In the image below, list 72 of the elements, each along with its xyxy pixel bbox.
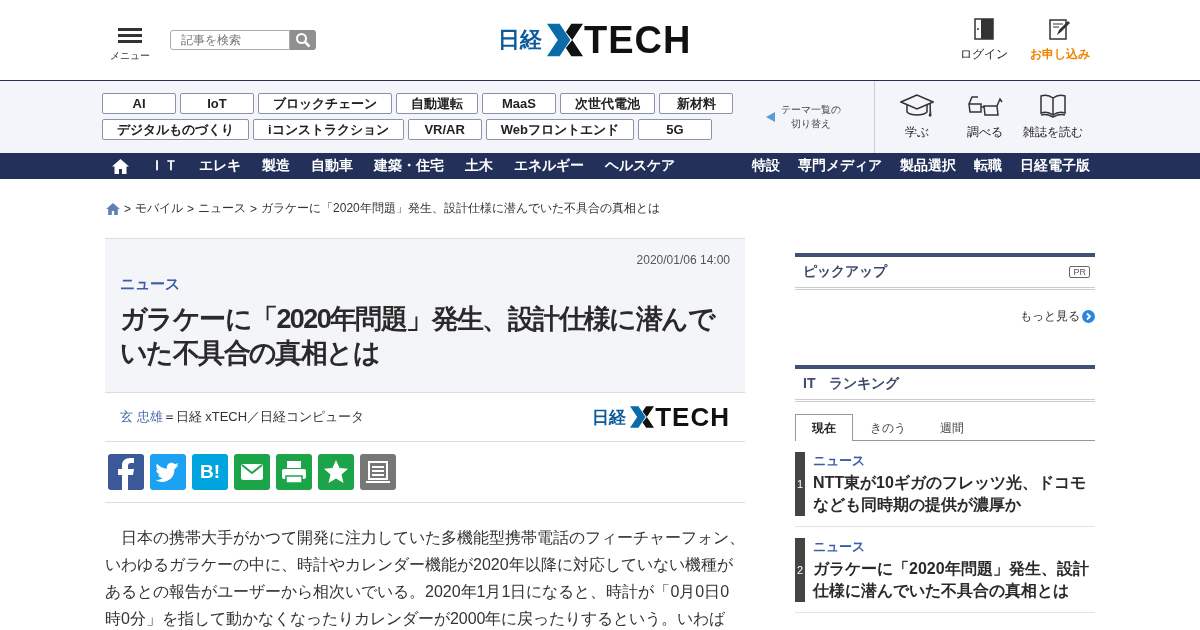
theme-tag[interactable]: IoT (180, 93, 254, 114)
facebook-share-icon[interactable] (108, 454, 144, 490)
ranking-tab[interactable]: 現在 (795, 414, 853, 441)
nav-link[interactable]: 建築・住宅 (374, 157, 444, 175)
article-paragraph: 日本の携帯大手がかつて開発に注力していた多機能型携帯電話のフィーチャーフォン、いわゆるガラケーの中に、時計やカレンダー機能が2020年以降に対応していない機種があるとの報告がユーザーから相次いでいる。2020年1月1日になると、時計が「0月0日0時0分」を指して動かなくなったりカレンダーが2000年に戻ったりするという。いわば (105, 528, 745, 629)
nav-link[interactable]: 製品選択 (900, 157, 956, 175)
nav-link[interactable]: 日経電子版 (1020, 157, 1090, 175)
ranking-title[interactable]: NTT東が10ギガのフレッツ光、ドコモなども同時期の提供が濃厚か (813, 472, 1095, 516)
pr-label: PR (1069, 266, 1090, 278)
printer-icon[interactable] (276, 454, 312, 490)
nav-link[interactable]: 転職 (974, 157, 1002, 175)
breadcrumb-link[interactable]: ニュース (198, 200, 247, 217)
theme-tag[interactable]: VR/AR (407, 119, 482, 140)
byline: 玄 忠雄＝日経 xTECH／日経コンピュータ (120, 408, 365, 426)
search-field[interactable]: 記事を検索 (170, 30, 290, 50)
search-button[interactable] (290, 30, 316, 50)
article-category[interactable]: ニュース (120, 275, 730, 294)
graduation-cap-icon[interactable] (900, 93, 934, 118)
mail-icon[interactable] (234, 454, 270, 490)
ranking-category[interactable]: ニュース (813, 452, 1095, 470)
theme-tag[interactable]: 次世代電池 (560, 93, 655, 114)
nav-link[interactable]: 専門メディア (798, 157, 882, 175)
nav-link[interactable]: 製造 (262, 157, 290, 175)
glasses-icon[interactable] (967, 93, 1003, 118)
bird-icon[interactable] (150, 454, 186, 490)
nav-link[interactable]: ヘルスケア (605, 157, 675, 175)
media-logo: 日経 TECH (592, 403, 730, 431)
open-book-icon[interactable] (1039, 93, 1067, 118)
article-title: ガラケーに「2020年問題」発生、設計仕様に潜んでいた不具合の真相とは (120, 303, 717, 370)
quick-link[interactable]: 学ぶ (905, 123, 929, 141)
theme-tag[interactable]: デジタルものづくり (102, 119, 249, 140)
ranking-tab[interactable]: 週間 (923, 414, 981, 441)
theme-tag[interactable]: Webフロントエンド (485, 119, 634, 140)
breadcrumb-separator: > (250, 201, 258, 216)
home-icon[interactable] (112, 158, 129, 174)
menu-label[interactable]: メニュー (110, 49, 150, 63)
more-link[interactable]: もっと見る (1020, 308, 1080, 325)
login-link[interactable]: ログイン (960, 45, 1008, 63)
theme-tag[interactable]: 5G (637, 119, 712, 140)
nav-link[interactable]: 土木 (465, 157, 493, 175)
chevron-circle-icon[interactable] (1082, 310, 1095, 323)
ranking-title[interactable]: ガラケーに「2020年問題」発生、設計仕様に潜んでいた不具合の真相とは (813, 558, 1095, 602)
menu-icon[interactable] (118, 27, 142, 43)
breadcrumb-separator: > (187, 201, 195, 216)
rank-number: 1 (795, 452, 805, 516)
theme-tag[interactable]: AI (102, 93, 176, 114)
theme-tag[interactable]: ブロックチェーン (258, 93, 392, 114)
theme-tag[interactable]: 自動運転 (396, 93, 478, 114)
theme-tag[interactable]: iコンストラクション (253, 119, 404, 140)
ranking-tab[interactable]: きのう (853, 414, 923, 441)
breadcrumb-link[interactable]: モバイル (135, 200, 183, 217)
theme-tag[interactable]: 新材料 (659, 93, 733, 114)
theme-tag[interactable]: MaaS (482, 93, 556, 114)
rank-number: 2 (795, 538, 805, 602)
section-title: ピックアップ (803, 263, 887, 281)
triangle-left-icon[interactable] (766, 112, 775, 122)
ranking-category[interactable]: ニュース (813, 538, 1095, 556)
nav-link[interactable]: エネルギー (514, 157, 584, 175)
site-logo[interactable]: 日経 TECH (498, 20, 692, 60)
quick-link[interactable]: 調べる (967, 123, 1003, 141)
notepad-icon[interactable] (360, 454, 396, 490)
quick-link[interactable]: 雑誌を読む (1023, 123, 1083, 141)
door-icon[interactable] (974, 17, 994, 40)
nav-link[interactable]: ＩＴ (150, 157, 178, 175)
nav-link[interactable]: 特設 (752, 157, 780, 175)
breadcrumb-separator: > (124, 201, 131, 216)
nav-link[interactable]: エレキ (199, 157, 241, 175)
theme-switch-link[interactable]: テーマ一覧の 切り替え (781, 103, 841, 131)
section-title: IT ランキング (803, 375, 900, 393)
form-icon[interactable] (1049, 17, 1071, 40)
nav-link[interactable]: 自動車 (311, 157, 353, 175)
publish-date: 2020/01/06 14:00 (635, 253, 730, 267)
